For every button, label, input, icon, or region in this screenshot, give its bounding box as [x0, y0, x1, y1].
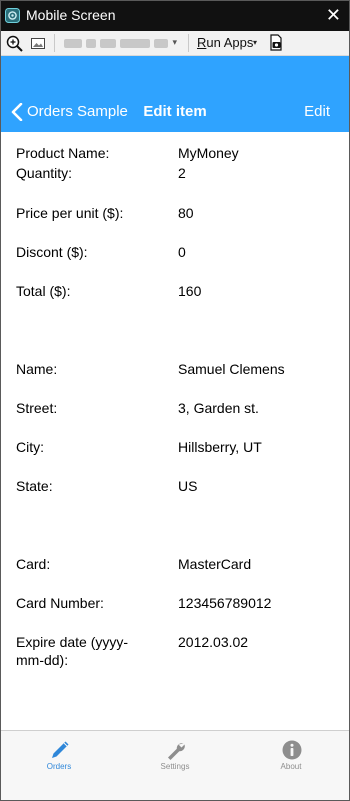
tab-bar: Orders Settings About	[1, 730, 349, 800]
edit-button[interactable]: Edit	[304, 103, 330, 120]
item-details: Product Name: MyMoney Quantity: 2 Price …	[1, 132, 349, 730]
toolbar-divider	[188, 34, 189, 52]
field-label: Card:	[16, 556, 51, 572]
field-label: Expire date (yyyy-mm-dd):	[16, 634, 129, 668]
window-titlebar: Mobile Screen ✕	[1, 1, 349, 31]
image-icon[interactable]	[31, 38, 45, 49]
field-label: Total ($):	[16, 283, 71, 299]
run-apps-label: un Apps	[206, 35, 254, 50]
run-apps-menu[interactable]: Run Apps	[197, 35, 253, 50]
field-label: Price per unit ($):	[16, 205, 124, 221]
wrench-icon	[168, 743, 185, 760]
tab-settings[interactable]: Settings	[117, 731, 233, 800]
tab-about[interactable]: About	[233, 731, 349, 800]
tab-label: Settings	[160, 762, 190, 771]
device-name-blurred	[86, 39, 96, 48]
field-label: Discont ($):	[16, 244, 88, 260]
toolbar: ▾ Run Apps ▾	[1, 31, 349, 56]
field-value: Samuel Clemens	[178, 361, 285, 377]
field-value: 2	[178, 165, 186, 181]
field-label: Street:	[16, 400, 58, 416]
field-value: 2012.03.02	[178, 634, 249, 650]
pencil-icon	[52, 741, 69, 758]
info-icon	[282, 740, 302, 760]
field-value: MyMoney	[178, 145, 239, 161]
window-title: Mobile Screen	[26, 7, 116, 23]
field-value: MasterCard	[178, 556, 252, 572]
chevron-down-icon: ▾	[172, 37, 177, 47]
device-selector[interactable]: ▾	[62, 36, 177, 50]
navigation-bar: Orders Sample Edit item Edit	[1, 56, 349, 132]
device-name-blurred	[64, 39, 82, 48]
field-label: Quantity:	[16, 165, 73, 181]
page-title-text: Edit item	[143, 103, 207, 120]
back-button-label: Orders Sample	[27, 103, 128, 120]
zoom-in-icon[interactable]	[6, 35, 24, 53]
screenshot-icon[interactable]	[268, 34, 284, 52]
close-icon[interactable]: ✕	[326, 6, 341, 24]
mobile-screen-window: Mobile Screen ✕ ▾ Run Apps ▾ Orders Samp…	[0, 0, 350, 801]
field-value: 160	[178, 283, 202, 299]
chevron-down-icon[interactable]: ▾	[253, 38, 257, 47]
device-name-blurred	[154, 39, 168, 48]
field-value: 80	[178, 205, 194, 221]
app-icon	[5, 8, 20, 23]
field-value: 0	[178, 244, 186, 260]
field-value: US	[178, 478, 198, 494]
tab-orders[interactable]: Orders	[1, 731, 117, 800]
field-label: City:	[16, 439, 44, 455]
toolbar-divider	[54, 34, 55, 52]
field-label: Name:	[16, 361, 58, 377]
field-label: Product Name:	[16, 145, 110, 161]
field-label: State:	[16, 478, 53, 494]
field-value: 123456789012	[178, 595, 272, 611]
field-value: 3, Garden st.	[178, 400, 259, 416]
device-name-blurred	[100, 39, 116, 48]
field-value: Hillsberry, UT	[178, 439, 262, 455]
tab-label: About	[280, 762, 302, 771]
tab-label: Orders	[46, 762, 72, 771]
chevron-left-icon	[11, 103, 23, 121]
field-label: Card Number:	[16, 595, 104, 611]
run-apps-mnemonic: R	[197, 35, 207, 50]
device-name-blurred	[120, 39, 150, 48]
